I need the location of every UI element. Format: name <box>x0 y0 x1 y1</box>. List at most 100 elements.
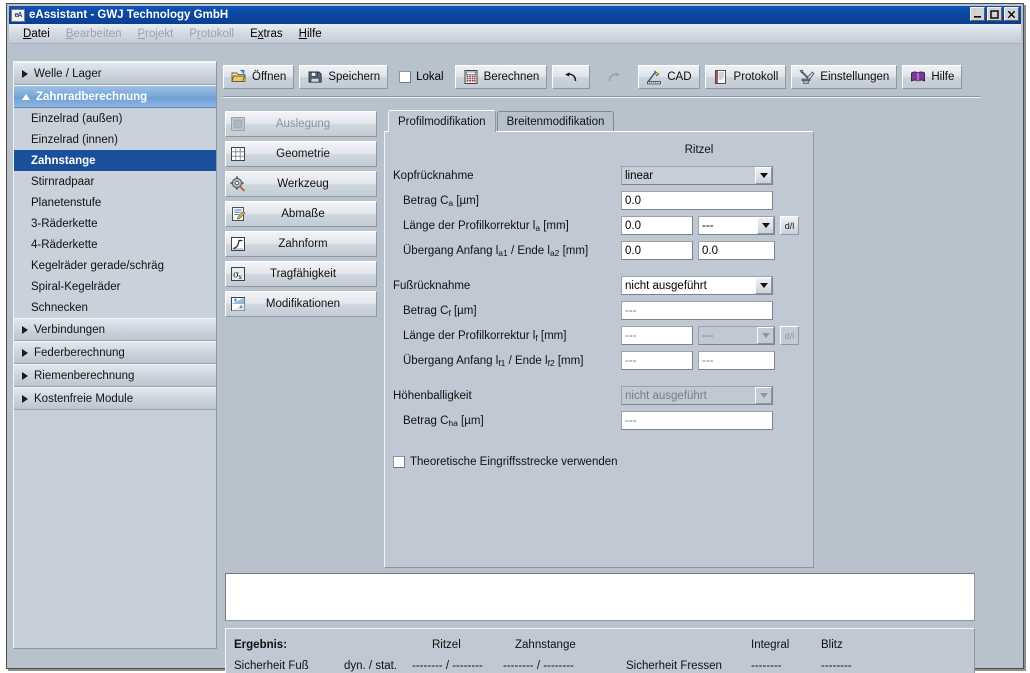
section-button-stack: Auslegung Geometrie <box>225 111 377 321</box>
menu-extras[interactable]: Extras <box>242 27 291 41</box>
menu-protokoll[interactable]: Protokoll <box>181 27 242 41</box>
sidebar-group-label: Federberechnung <box>34 347 125 359</box>
zahnform-button[interactable]: Zahnform <box>225 231 377 257</box>
minimize-button[interactable] <box>970 7 985 21</box>
laenge-la-input[interactable]: 0.0 <box>621 216 693 235</box>
tragfaehigkeit-button-label: Tragfähigkeit <box>246 268 372 280</box>
betrag-ca-value: 0.0 <box>625 195 641 207</box>
local-checkbox[interactable]: Lokal <box>393 65 450 89</box>
laenge-lf-input[interactable]: --- <box>621 326 693 345</box>
auslegung-button[interactable]: Auslegung <box>225 111 377 137</box>
kopfruecknahme-value: linear <box>622 170 755 182</box>
tab-strip: Profilmodifikation Breitenmodifikation <box>384 110 814 132</box>
maximize-button[interactable] <box>987 7 1002 21</box>
hoehenballigkeit-combo[interactable]: nicht ausgeführt <box>621 386 773 405</box>
uebergang-f-ende-input[interactable]: --- <box>698 351 775 370</box>
sidebar-item-kegelraeder[interactable]: Kegelräder gerade/schräg <box>14 255 216 276</box>
row-label: Betrag Cf [µm] <box>393 305 477 318</box>
help-button[interactable]: Hilfe <box>902 65 962 89</box>
settings-button-label: Einstellungen <box>820 71 889 83</box>
cad-button[interactable]: CAD <box>638 65 699 89</box>
sidebar-group-riemenberechnung[interactable]: Riemenberechnung <box>14 364 216 387</box>
geometrie-button[interactable]: Geometrie <box>225 141 377 167</box>
chevron-down-icon[interactable] <box>755 387 772 404</box>
tab-profilmodifikation[interactable]: Profilmodifikation <box>388 110 496 132</box>
sidebar-item-planetenstufe[interactable]: Planetenstufe <box>14 192 216 213</box>
tragfaehigkeit-button[interactable]: σ x Tragfähigkeit <box>225 261 377 287</box>
modifikationen-button[interactable]: Modifikationen <box>225 291 377 317</box>
sidebar-item-einzelrad-aussen[interactable]: Einzelrad (außen) <box>14 108 216 129</box>
betrag-ca-input[interactable]: 0.0 <box>621 191 773 210</box>
menu-bearbeiten[interactable]: Bearbeiten <box>58 27 130 41</box>
uebergang-a-anfang-input[interactable]: 0.0 <box>621 241 693 260</box>
open-button[interactable]: Öffnen <box>223 65 294 89</box>
results-row-fuss-ritzel: -------- / -------- <box>412 660 483 672</box>
menu-projekt[interactable]: Projekt <box>130 27 182 41</box>
laenge-la-combo[interactable]: --- <box>698 216 775 235</box>
sigma-x-icon: σ x <box>230 266 246 282</box>
uebergang-a-ende-input[interactable]: 0.0 <box>698 241 775 260</box>
dl-toggle-button-f[interactable]: d/l <box>780 326 799 345</box>
menu-hilfe[interactable]: Hilfe <box>291 27 330 41</box>
message-output-box[interactable] <box>225 573 975 621</box>
close-button[interactable] <box>1004 7 1019 21</box>
betrag-cf-input[interactable]: --- <box>621 301 773 320</box>
protocol-button[interactable]: Protokoll <box>705 65 787 89</box>
betrag-cha-input[interactable]: --- <box>621 411 773 430</box>
sidebar-item-stirnradpaar[interactable]: Stirnradpaar <box>14 171 216 192</box>
application-window: eA eAssistant - GWJ Technology GmbH Date… <box>6 3 1024 669</box>
settings-button[interactable]: Einstellungen <box>791 65 897 89</box>
chevron-down-icon[interactable] <box>755 167 772 184</box>
tab-label: Breitenmodifikation <box>507 116 605 128</box>
undo-button[interactable] <box>552 65 590 89</box>
sidebar-item-label: 4-Räderkette <box>31 239 97 251</box>
floppy-disk-icon <box>307 69 323 85</box>
results-col-zahnstange: Zahnstange <box>515 639 576 651</box>
sidebar-item-spiral-kegelraeder[interactable]: Spiral-Kegelräder <box>14 276 216 297</box>
uebergang-f-anfang-input[interactable]: --- <box>621 351 693 370</box>
sidebar-group-zahnradberechnung[interactable]: Zahnradberechnung <box>14 85 216 108</box>
theoretische-eingriffsstrecke-checkbox[interactable]: Theoretische Eingriffsstrecke verwenden <box>393 456 618 468</box>
kopfruecknahme-combo[interactable]: linear <box>621 166 773 185</box>
results-row-fuss-zahnstange: -------- / -------- <box>503 660 574 672</box>
dl-toggle-button-a[interactable]: d/l <box>780 216 799 235</box>
menu-bar: Datei Bearbeiten Projekt Protokoll Extra… <box>9 24 1021 44</box>
chevron-down-icon[interactable] <box>755 277 772 294</box>
calculate-button[interactable]: Berechnen <box>455 65 548 89</box>
row-label: Höhenballigkeit <box>393 390 472 402</box>
chevron-down-icon[interactable] <box>757 217 774 234</box>
sidebar-item-zahnstange[interactable]: Zahnstange <box>14 150 216 171</box>
open-folder-icon <box>231 69 247 85</box>
sidebar-item-4-raederkette[interactable]: 4-Räderkette <box>14 234 216 255</box>
cad-ruler-icon <box>646 69 662 85</box>
sidebar-item-label: Kegelräder gerade/schräg <box>31 260 164 272</box>
sidebar-group-federberechnung[interactable]: Federberechnung <box>14 341 216 364</box>
sidebar-group-verbindungen[interactable]: Verbindungen <box>14 318 216 341</box>
measure-icon <box>230 206 246 222</box>
redo-button[interactable] <box>595 65 633 89</box>
sidebar-group-welle-lager[interactable]: Welle / Lager <box>14 62 216 85</box>
uebergang-f-anfang-value: --- <box>625 355 637 367</box>
tab-breitenmodifikation[interactable]: Breitenmodifikation <box>497 111 615 132</box>
werkzeug-button[interactable]: Werkzeug <box>225 171 377 197</box>
sidebar-item-einzelrad-innen[interactable]: Einzelrad (innen) <box>14 129 216 150</box>
menu-datei[interactable]: Datei <box>15 27 58 41</box>
fussruecknahme-combo[interactable]: nicht ausgeführt <box>621 276 773 295</box>
undo-arrow-icon <box>563 69 579 85</box>
results-panel: Ergebnis: Ritzel Zahnstange Integral Bli… <box>225 628 975 673</box>
sidebar-group-kostenfreie-module[interactable]: Kostenfreie Module <box>14 387 216 410</box>
sidebar-item-3-raederkette[interactable]: 3-Räderkette <box>14 213 216 234</box>
chevron-down-icon[interactable] <box>757 327 774 344</box>
results-fressen-integral: -------- <box>751 660 782 672</box>
chevron-right-icon <box>22 372 28 380</box>
save-button[interactable]: Speichern <box>299 65 388 89</box>
betrag-cha-value: --- <box>625 415 637 427</box>
row-label: Betrag Ca [µm] <box>393 195 479 208</box>
abmasse-button[interactable]: Abmaße <box>225 201 377 227</box>
laenge-la-combo-value: --- <box>699 220 757 232</box>
sidebar-group-label: Kostenfreie Module <box>34 393 133 405</box>
laenge-lf-combo[interactable]: --- <box>698 326 775 345</box>
sidebar-item-schnecken[interactable]: Schnecken <box>14 297 216 318</box>
sidebar-navigation: Welle / Lager Zahnradberechnung Einzelra… <box>13 61 217 649</box>
title-bar: eA eAssistant - GWJ Technology GmbH <box>9 6 1021 24</box>
